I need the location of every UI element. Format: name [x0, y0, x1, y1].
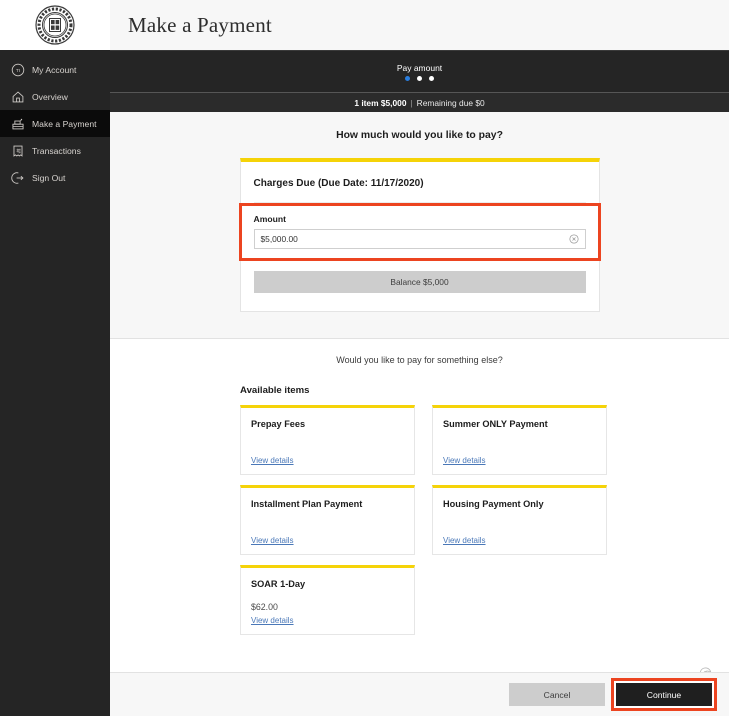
home-icon: [10, 89, 25, 104]
amount-field-highlight: Amount $5,000.00: [239, 203, 601, 261]
cancel-button[interactable]: Cancel: [509, 683, 605, 706]
continue-button-highlight: Continue: [611, 678, 717, 711]
item-card[interactable]: Prepay Fees View details: [240, 405, 415, 475]
user-initials-icon: TI: [10, 62, 25, 77]
sidebar-item-label: Transactions: [32, 146, 81, 156]
clear-circle-x-icon[interactable]: [569, 234, 579, 244]
svg-text:TI: TI: [15, 68, 19, 74]
cart-summary-bar: 1 item $5,000 | Remaining due $0: [110, 92, 729, 112]
available-items-grid: Prepay Fees View details Summer ONLY Pay…: [240, 405, 729, 635]
sidebar-item-transactions[interactable]: $ Transactions: [0, 137, 110, 164]
view-details-link[interactable]: View details: [251, 536, 294, 545]
sidebar-item-overview[interactable]: Overview: [0, 83, 110, 110]
item-name: Installment Plan Payment: [251, 499, 404, 509]
charges-due-title: Charges Due (Due Date: 11/17/2020): [254, 162, 586, 203]
item-name: Housing Payment Only: [443, 499, 596, 509]
sign-out-icon: [10, 170, 25, 185]
item-card[interactable]: Housing Payment Only View details: [432, 485, 607, 555]
action-footer: Cancel Continue: [110, 672, 729, 716]
item-name: Summer ONLY Payment: [443, 419, 596, 429]
charges-due-card: Charges Due (Due Date: 11/17/2020) Amoun…: [240, 158, 600, 312]
amount-field-label: Amount: [254, 214, 586, 224]
sidebar-nav: TI My Account Overview: [0, 50, 110, 716]
logo-zone: [0, 0, 110, 50]
item-name: Prepay Fees: [251, 419, 404, 429]
step-dot-3[interactable]: [429, 76, 434, 81]
view-details-link[interactable]: View details: [443, 536, 486, 545]
summary-separator: |: [410, 98, 412, 108]
amount-input-value: $5,000.00: [261, 234, 569, 244]
view-details-link[interactable]: View details: [251, 616, 294, 625]
payment-page: Make a Payment TI My Account Overview: [0, 0, 729, 716]
sidebar-item-label: Overview: [32, 92, 68, 102]
item-price: $62.00: [251, 602, 278, 612]
item-name: SOAR 1-Day: [251, 579, 404, 589]
view-details-link[interactable]: View details: [443, 456, 486, 465]
item-card[interactable]: Installment Plan Payment View details: [240, 485, 415, 555]
sidebar-item-make-a-payment[interactable]: Make a Payment: [0, 110, 110, 137]
sidebar-item-my-account[interactable]: TI My Account: [0, 56, 110, 83]
item-card[interactable]: Summer ONLY Payment View details: [432, 405, 607, 475]
step-progress-bar: Pay amount: [110, 50, 729, 92]
available-items-panel: Would you like to pay for something else…: [110, 339, 729, 693]
page-title: Make a Payment: [128, 13, 272, 38]
amount-panel: How much would you like to pay? Charges …: [110, 112, 729, 339]
summary-remaining: Remaining due $0: [417, 98, 485, 108]
amount-heading: How much would you like to pay?: [110, 130, 729, 141]
top-bar: Make a Payment: [0, 0, 729, 50]
step-dot-1[interactable]: [405, 76, 410, 81]
available-items-label: Available items: [240, 385, 729, 396]
view-details-link[interactable]: View details: [251, 456, 294, 465]
step-label: Pay amount: [397, 63, 442, 73]
step-dot-2[interactable]: [417, 76, 422, 81]
item-card[interactable]: SOAR 1-Day $62.00 View details: [240, 565, 415, 635]
sidebar-item-label: My Account: [32, 65, 76, 75]
sidebar-item-label: Sign Out: [32, 173, 65, 183]
items-heading: Would you like to pay for something else…: [110, 355, 729, 365]
summary-items: 1 item $5,000: [354, 98, 406, 108]
continue-button[interactable]: Continue: [616, 683, 712, 706]
step-dots: [405, 76, 434, 81]
university-seal-icon: [35, 5, 75, 45]
main-content: Pay amount 1 item $5,000 | Remaining due…: [110, 50, 729, 716]
balance-button[interactable]: Balance $5,000: [254, 271, 586, 293]
cash-register-icon: [10, 116, 25, 131]
sidebar-item-sign-out[interactable]: Sign Out: [0, 164, 110, 191]
amount-input[interactable]: $5,000.00: [254, 229, 586, 249]
sidebar-item-label: Make a Payment: [32, 119, 96, 129]
receipt-icon: $: [10, 143, 25, 158]
